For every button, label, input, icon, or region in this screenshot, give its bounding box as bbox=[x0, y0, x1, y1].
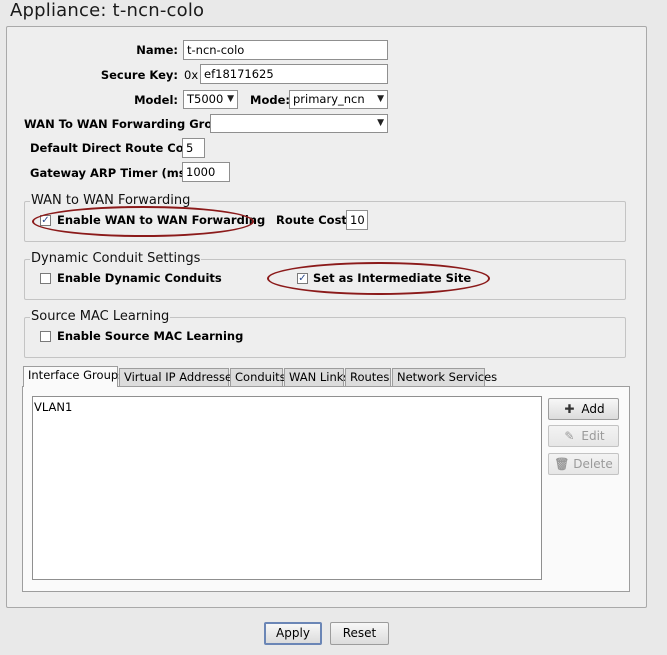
enable-mac-learning-checkbox[interactable] bbox=[40, 331, 51, 342]
delete-button[interactable]: 🗑 Delete bbox=[548, 453, 619, 475]
edit-button-label: Edit bbox=[581, 429, 605, 443]
secure-key-input[interactable]: ef18171625 bbox=[200, 64, 388, 84]
mode-label: Mode: bbox=[250, 93, 290, 107]
enable-dynamic-conduits-checkbox[interactable] bbox=[40, 273, 51, 284]
name-input[interactable]: t-ncn-colo bbox=[183, 40, 388, 60]
mode-select[interactable]: primary_ncn ▼ bbox=[289, 90, 388, 109]
enable-dynamic-conduits-label: Enable Dynamic Conduits bbox=[57, 271, 222, 285]
tab-wan-links[interactable]: WAN Links bbox=[284, 368, 349, 386]
trash-icon: 🗑 bbox=[554, 457, 570, 471]
secure-key-prefix: 0x bbox=[184, 68, 199, 82]
annotation-circle bbox=[267, 262, 490, 295]
model-value: T5000 bbox=[187, 92, 224, 106]
name-label: Name: bbox=[136, 43, 178, 57]
wan-route-cost-label: Route Cost: bbox=[276, 213, 352, 227]
apply-button[interactable]: Apply bbox=[264, 622, 322, 645]
reset-button[interactable]: Reset bbox=[330, 622, 389, 645]
interface-groups-list[interactable]: VLAN1 bbox=[32, 396, 542, 580]
delete-button-label: Delete bbox=[573, 457, 613, 471]
route-cost-label: Default Direct Route Cost: bbox=[30, 141, 201, 155]
tab-network-services[interactable]: Network Services bbox=[392, 368, 497, 386]
secure-key-label: Secure Key: bbox=[100, 68, 178, 82]
tab-conduits[interactable]: Conduits bbox=[230, 368, 286, 386]
wan-group-label: WAN To WAN Forwarding Group: bbox=[24, 117, 234, 131]
enable-mac-learning-label: Enable Source MAC Learning bbox=[57, 329, 244, 343]
wan-route-cost-input[interactable]: 10 bbox=[346, 210, 368, 230]
tab-interface-groups[interactable]: Interface Groups bbox=[23, 366, 124, 387]
plus-icon: ✚ bbox=[564, 402, 575, 416]
mode-value: primary_ncn bbox=[293, 92, 365, 106]
pencil-icon: ✎ bbox=[564, 429, 575, 443]
dynamic-conduit-title: Dynamic Conduit Settings bbox=[30, 251, 202, 266]
chevron-down-icon: ▼ bbox=[227, 94, 234, 104]
tab-virtual-ip-addresses[interactable]: Virtual IP Addresses bbox=[119, 368, 238, 386]
add-button-label: Add bbox=[581, 402, 605, 416]
add-button[interactable]: ✚ Add bbox=[548, 398, 619, 420]
arp-timer-input[interactable]: 1000 bbox=[182, 162, 230, 182]
chevron-down-icon: ▼ bbox=[377, 94, 384, 104]
edit-button[interactable]: ✎ Edit bbox=[548, 425, 619, 447]
chevron-down-icon: ▼ bbox=[377, 118, 384, 128]
list-item[interactable]: VLAN1 bbox=[34, 400, 72, 414]
model-label: Model: bbox=[134, 93, 178, 107]
arp-timer-label: Gateway ARP Timer (ms): bbox=[30, 166, 196, 180]
annotation-circle bbox=[32, 206, 254, 237]
model-select[interactable]: T5000 ▼ bbox=[183, 90, 238, 109]
mac-learning-title: Source MAC Learning bbox=[30, 309, 171, 324]
wan-group-select[interactable]: ▼ bbox=[210, 114, 388, 133]
tab-routes[interactable]: Routes bbox=[345, 368, 391, 386]
window-title: Appliance: t-ncn-colo bbox=[10, 0, 205, 21]
route-cost-input[interactable]: 5 bbox=[182, 138, 205, 158]
